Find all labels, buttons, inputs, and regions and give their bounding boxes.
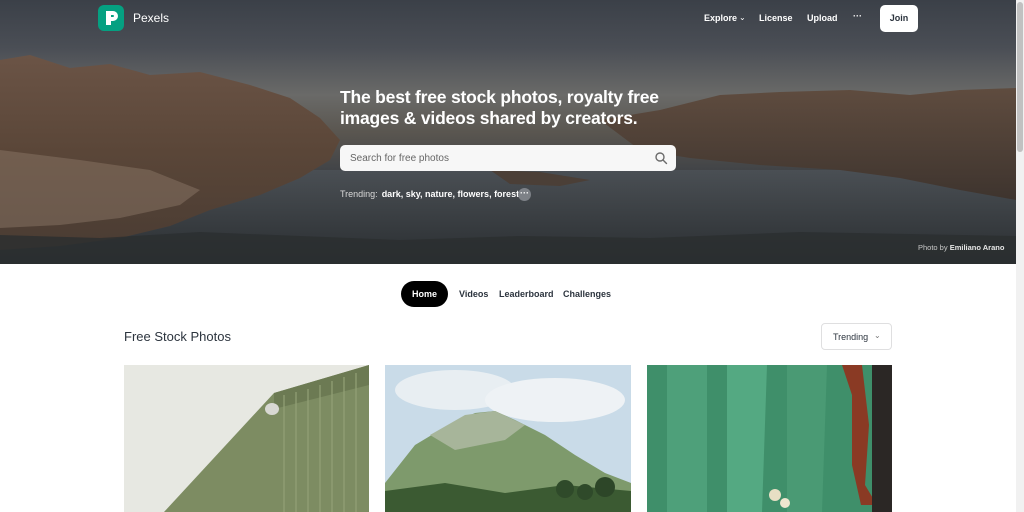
hero-headline: The best free stock photos, royalty free… — [340, 87, 659, 128]
photo-credit[interactable]: Photo by Emiliano Arano — [918, 243, 1004, 252]
nav-explore[interactable]: Explore — [704, 13, 737, 23]
tab-leaderboard[interactable]: Leaderboard — [499, 289, 554, 299]
scrollbar-thumb[interactable] — [1017, 2, 1023, 152]
nav-license[interactable]: License — [759, 13, 793, 23]
page-scrollbar[interactable] — [1016, 0, 1024, 512]
credit-prefix: Photo by — [918, 243, 948, 252]
trending-tags[interactable]: dark, sky, nature, flowers, forest — [382, 189, 519, 199]
sort-dropdown[interactable]: Trending ⌄ — [821, 323, 892, 350]
hero-landscape-image — [0, 55, 1016, 264]
photo-green-building — [124, 365, 369, 512]
photo-mountain — [385, 365, 631, 512]
tab-challenges[interactable]: Challenges — [563, 289, 611, 299]
tab-home[interactable]: Home — [401, 281, 448, 307]
more-trending-icon[interactable]: ··· — [518, 188, 531, 201]
credit-author[interactable]: Emiliano Arano — [950, 243, 1005, 252]
search-icon[interactable] — [654, 151, 668, 165]
photo-green-chair — [647, 365, 892, 512]
photo-card-3[interactable] — [647, 365, 892, 512]
hero-banner — [0, 0, 1016, 264]
join-button[interactable]: Join — [880, 5, 918, 32]
trending-label: Trending: — [340, 189, 378, 199]
more-menu-icon[interactable]: ··· — [853, 11, 862, 21]
nav-upload[interactable]: Upload — [807, 13, 838, 23]
photo-card-2[interactable] — [385, 365, 631, 512]
brand-name[interactable]: Pexels — [133, 11, 169, 25]
tab-videos[interactable]: Videos — [459, 289, 488, 299]
search-input[interactable] — [350, 150, 640, 166]
photo-card-1[interactable] — [124, 365, 369, 512]
chevron-down-icon: ⌄ — [874, 331, 881, 340]
trending-searches: Trending: dark, sky, nature, flowers, for… — [340, 189, 519, 199]
section-title: Free Stock Photos — [124, 329, 231, 344]
chevron-down-icon: ⌄ — [739, 13, 746, 22]
sort-value: Trending — [833, 332, 869, 342]
pexels-logo-icon[interactable] — [98, 5, 124, 31]
search-bar[interactable] — [340, 145, 676, 171]
